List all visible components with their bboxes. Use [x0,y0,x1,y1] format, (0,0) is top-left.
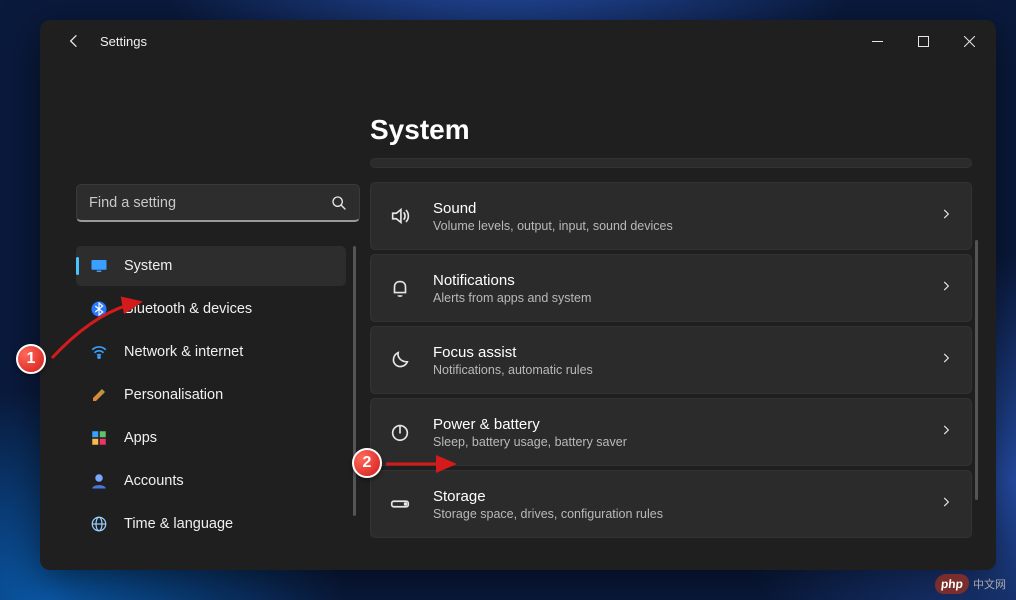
sidebar-item-system[interactable]: System [76,246,346,286]
sidebar-item-label: Accounts [124,473,184,489]
chevron-right-icon [939,279,953,298]
titlebar: Settings [40,20,996,62]
card-title: Storage [433,488,663,505]
card-title: Power & battery [433,416,627,433]
card-title: Focus assist [433,344,593,361]
card-sub: Alerts from apps and system [433,291,591,305]
chevron-right-icon [939,495,953,514]
minimize-button[interactable] [854,25,900,57]
settings-window: Settings [40,20,996,570]
annotation-marker-2: 2 [352,448,382,478]
storage-icon [389,493,411,515]
search-icon [331,195,347,211]
sidebar-item-personalisation[interactable]: Personalisation [76,375,346,415]
sidebar-item-label: Personalisation [124,387,223,403]
sound-icon [389,205,411,227]
settings-card-list: Sound Volume levels, output, input, soun… [370,158,978,570]
watermark-brand: php [934,574,970,594]
close-button[interactable] [946,25,992,57]
apps-icon [90,429,108,447]
sidebar-item-label: Apps [124,430,157,446]
watermark-suffix: 中文网 [973,576,1006,592]
card-title: Notifications [433,272,591,289]
sidebar-nav: System Bluetooth & devices Network & int… [76,246,370,547]
moon-icon [389,349,411,371]
card-sub: Notifications, automatic rules [433,363,593,377]
search-box[interactable] [76,184,360,222]
card-title: Sound [433,200,673,217]
sidebar-item-time-language[interactable]: Time & language [76,504,346,544]
content-area: System Sound Volume levels, output, inpu… [370,62,996,570]
bell-icon [389,277,411,299]
chevron-right-icon [939,351,953,370]
card-sub: Volume levels, output, input, sound devi… [433,219,673,233]
card-notifications[interactable]: Notifications Alerts from apps and syste… [370,254,972,322]
monitor-icon [90,257,108,275]
sidebar-item-accounts[interactable]: Accounts [76,461,346,501]
card-sub: Sleep, battery usage, battery saver [433,435,627,449]
power-icon [389,421,411,443]
person-icon [90,472,108,490]
page-title: System [370,114,978,146]
sidebar-item-label: Time & language [124,516,233,532]
card-partial-top[interactable] [370,158,972,168]
card-storage[interactable]: Storage Storage space, drives, configura… [370,470,972,538]
sidebar-item-apps[interactable]: Apps [76,418,346,458]
card-focus-assist[interactable]: Focus assist Notifications, automatic ru… [370,326,972,394]
chevron-right-icon [939,207,953,226]
sidebar-item-label: System [124,258,172,274]
card-sound[interactable]: Sound Volume levels, output, input, soun… [370,182,972,250]
chevron-right-icon [939,423,953,442]
watermark: php 中文网 [935,574,1006,594]
annotation-arrow-1 [48,300,148,375]
app-title: Settings [100,34,147,49]
brush-icon [90,386,108,404]
scrollbar[interactable] [975,240,978,500]
caption-controls [854,25,992,57]
maximize-button[interactable] [900,25,946,57]
globe-icon [90,515,108,533]
card-sub: Storage space, drives, configuration rul… [433,507,663,521]
annotation-marker-1: 1 [16,344,46,374]
scrollbar[interactable] [353,246,356,516]
search-input[interactable] [89,195,331,211]
annotation-arrow-2 [384,454,464,479]
back-button[interactable] [58,25,90,57]
